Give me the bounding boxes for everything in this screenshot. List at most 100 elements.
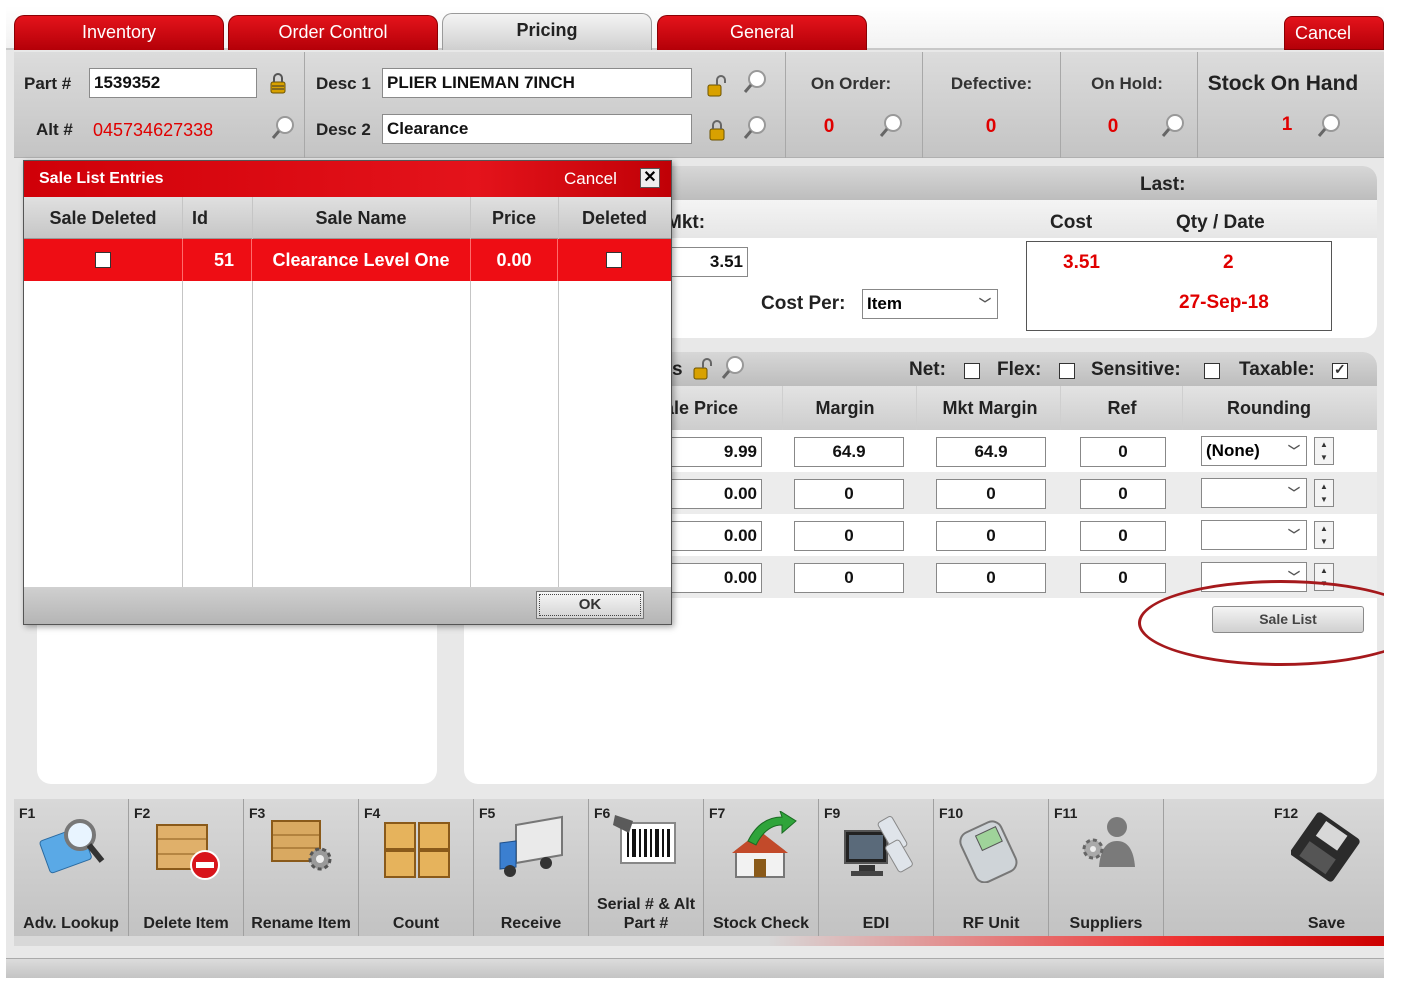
ref-field[interactable]: 0 bbox=[1080, 479, 1166, 509]
fkey-label: F6 bbox=[594, 805, 611, 821]
lock-closed-icon[interactable] bbox=[704, 116, 732, 144]
chevron-down-icon: ﹀ bbox=[1287, 444, 1300, 458]
tab-pricing[interactable]: Pricing bbox=[442, 13, 652, 50]
alt-search-icon[interactable] bbox=[270, 114, 298, 142]
sale-price-field[interactable]: 0.00 bbox=[671, 563, 762, 593]
fkey-label: F2 bbox=[134, 805, 151, 821]
flex-checkbox[interactable] bbox=[1059, 363, 1075, 379]
f1-adv-lookup-button[interactable]: F1 Adv. Lookup bbox=[14, 799, 129, 937]
rounding-select[interactable]: ﹀ bbox=[1201, 478, 1307, 508]
window-cancel-button[interactable]: Cancel ✕ bbox=[1284, 16, 1384, 77]
dialog-title: Sale List Entries bbox=[39, 170, 164, 187]
fkey-text: Save bbox=[1307, 915, 1346, 932]
mkt-margin-column-header: Mkt Margin bbox=[942, 398, 1038, 418]
part-number-field[interactable]: 1539352 bbox=[89, 68, 257, 98]
on-hold-search-icon[interactable] bbox=[1160, 112, 1188, 140]
desc1-field[interactable]: PLIER LINEMAN 7INCH bbox=[382, 68, 692, 98]
desc2-label: Desc 2 bbox=[316, 120, 371, 139]
f6-serial-alt-part-button[interactable]: F6 Serial # & Alt Part # bbox=[589, 799, 704, 937]
lock-open-icon[interactable] bbox=[704, 72, 732, 100]
deleted-column-header: Deleted bbox=[581, 208, 648, 228]
margin-field[interactable]: 0 bbox=[794, 521, 904, 551]
inventory-window: Inventory Order Control Pricing General … bbox=[6, 6, 1384, 978]
ref-field[interactable]: 0 bbox=[1080, 521, 1166, 551]
desc2-field[interactable]: Clearance bbox=[382, 114, 692, 144]
stock-on-hand-value: 1 bbox=[1281, 114, 1293, 135]
net-checkbox[interactable] bbox=[964, 363, 980, 379]
f2-delete-item-button[interactable]: F2 Delete Item bbox=[129, 799, 244, 937]
ok-button[interactable]: OK bbox=[536, 591, 644, 619]
f11-suppliers-button[interactable]: F11 Suppliers bbox=[1049, 799, 1164, 937]
divider bbox=[785, 52, 786, 158]
fkey-text: Count bbox=[392, 915, 440, 932]
computer-connect-icon bbox=[844, 816, 913, 876]
pricing-section-label: s bbox=[672, 359, 683, 380]
mkt-cost-field[interactable]: 3.51 bbox=[671, 247, 748, 277]
desc1-search-icon[interactable] bbox=[742, 68, 770, 96]
mkt-margin-field[interactable]: 64.9 bbox=[936, 437, 1046, 467]
sensitive-label: Sensitive: bbox=[1091, 359, 1181, 380]
alt-part-value: 045734627338 bbox=[93, 120, 214, 140]
margin-field[interactable]: 0 bbox=[794, 479, 904, 509]
lock-open-icon[interactable] bbox=[690, 355, 718, 383]
floppy-disk-icon bbox=[1291, 812, 1360, 882]
on-order-label: On Order: bbox=[810, 74, 892, 93]
fkey-text: Rename Item bbox=[251, 915, 351, 932]
sale-price-field[interactable]: 0.00 bbox=[671, 521, 762, 551]
rounding-spinner[interactable]: ▲ ▼ bbox=[1314, 479, 1334, 507]
pricing-search-icon[interactable] bbox=[720, 354, 748, 382]
tab-general[interactable]: General bbox=[657, 15, 867, 50]
chevron-down-icon: ﹀ bbox=[978, 297, 991, 311]
mkt-margin-field[interactable]: 0 bbox=[936, 479, 1046, 509]
tab-inventory[interactable]: Inventory bbox=[14, 15, 224, 50]
taxable-checkbox[interactable] bbox=[1332, 361, 1348, 379]
crate-gear-icon bbox=[271, 820, 332, 871]
rounding-select[interactable]: ﹀ bbox=[1201, 520, 1307, 550]
cost-per-label: Cost Per: bbox=[761, 293, 846, 314]
empty-fkey-slot bbox=[1164, 799, 1279, 937]
rounding-spinner[interactable]: ▲ ▼ bbox=[1314, 521, 1334, 549]
fkey-label: F7 bbox=[709, 805, 726, 821]
sale-price-field[interactable]: 9.99 bbox=[671, 437, 762, 467]
margin-field[interactable]: 0 bbox=[794, 563, 904, 593]
f4-count-button[interactable]: F4 Count bbox=[359, 799, 474, 937]
rounding-spinner[interactable]: ▲ ▼ bbox=[1314, 437, 1334, 465]
f5-receive-button[interactable]: F5 Receive bbox=[474, 799, 589, 937]
sale-deleted-checkbox[interactable] bbox=[95, 252, 111, 268]
on-order-search-icon[interactable] bbox=[878, 112, 906, 140]
f3-rename-item-button[interactable]: F3 Rename Item bbox=[244, 799, 359, 937]
margin-field[interactable]: 64.9 bbox=[794, 437, 904, 467]
f12-save-button[interactable]: F12 Save bbox=[1269, 799, 1384, 937]
tab-order-control[interactable]: Order Control bbox=[228, 15, 438, 50]
dialog-cancel-button[interactable]: Cancel bbox=[564, 169, 617, 189]
desc2-search-icon[interactable] bbox=[742, 114, 770, 142]
users-gear-icon bbox=[1082, 817, 1135, 867]
divider bbox=[304, 52, 305, 158]
truck-icon bbox=[499, 815, 563, 877]
fkey-label: F9 bbox=[824, 805, 841, 821]
on-hold-value: 0 bbox=[1107, 116, 1119, 137]
last-cost-value: 3.51 bbox=[1063, 252, 1100, 273]
divider bbox=[1197, 52, 1198, 158]
chevron-down-icon: ﹀ bbox=[1287, 486, 1300, 500]
f9-edi-button[interactable]: F9 EDI bbox=[819, 799, 934, 937]
f7-stock-check-button[interactable]: F7 Stock Check bbox=[704, 799, 819, 937]
f10-rf-unit-button[interactable]: F10 RF Unit bbox=[934, 799, 1049, 937]
sensitive-checkbox[interactable] bbox=[1204, 363, 1220, 379]
ref-field[interactable]: 0 bbox=[1080, 437, 1166, 467]
lock-closed-icon[interactable] bbox=[264, 70, 292, 98]
ref-field[interactable]: 0 bbox=[1080, 563, 1166, 593]
cost-per-select[interactable]: Item ﹀ bbox=[862, 289, 998, 319]
stock-search-icon[interactable] bbox=[1316, 112, 1344, 140]
sale-price-field[interactable]: 0.00 bbox=[671, 479, 762, 509]
sale-list-dialog: Sale List Entries Cancel ✕ Sale Deleted … bbox=[23, 160, 672, 625]
table-row[interactable]: 51 Clearance Level One 0.00 bbox=[24, 239, 671, 281]
deleted-checkbox[interactable] bbox=[606, 252, 622, 268]
close-icon[interactable]: ✕ bbox=[640, 168, 660, 188]
mkt-margin-field[interactable]: 0 bbox=[936, 563, 1046, 593]
alt-label: Alt # bbox=[36, 120, 73, 139]
mkt-margin-field[interactable]: 0 bbox=[936, 521, 1046, 551]
rounding-select[interactable]: (None) ﹀ bbox=[1201, 436, 1307, 466]
net-label: Net: bbox=[909, 359, 946, 380]
sale-price-cell: 0.00 bbox=[496, 250, 532, 270]
